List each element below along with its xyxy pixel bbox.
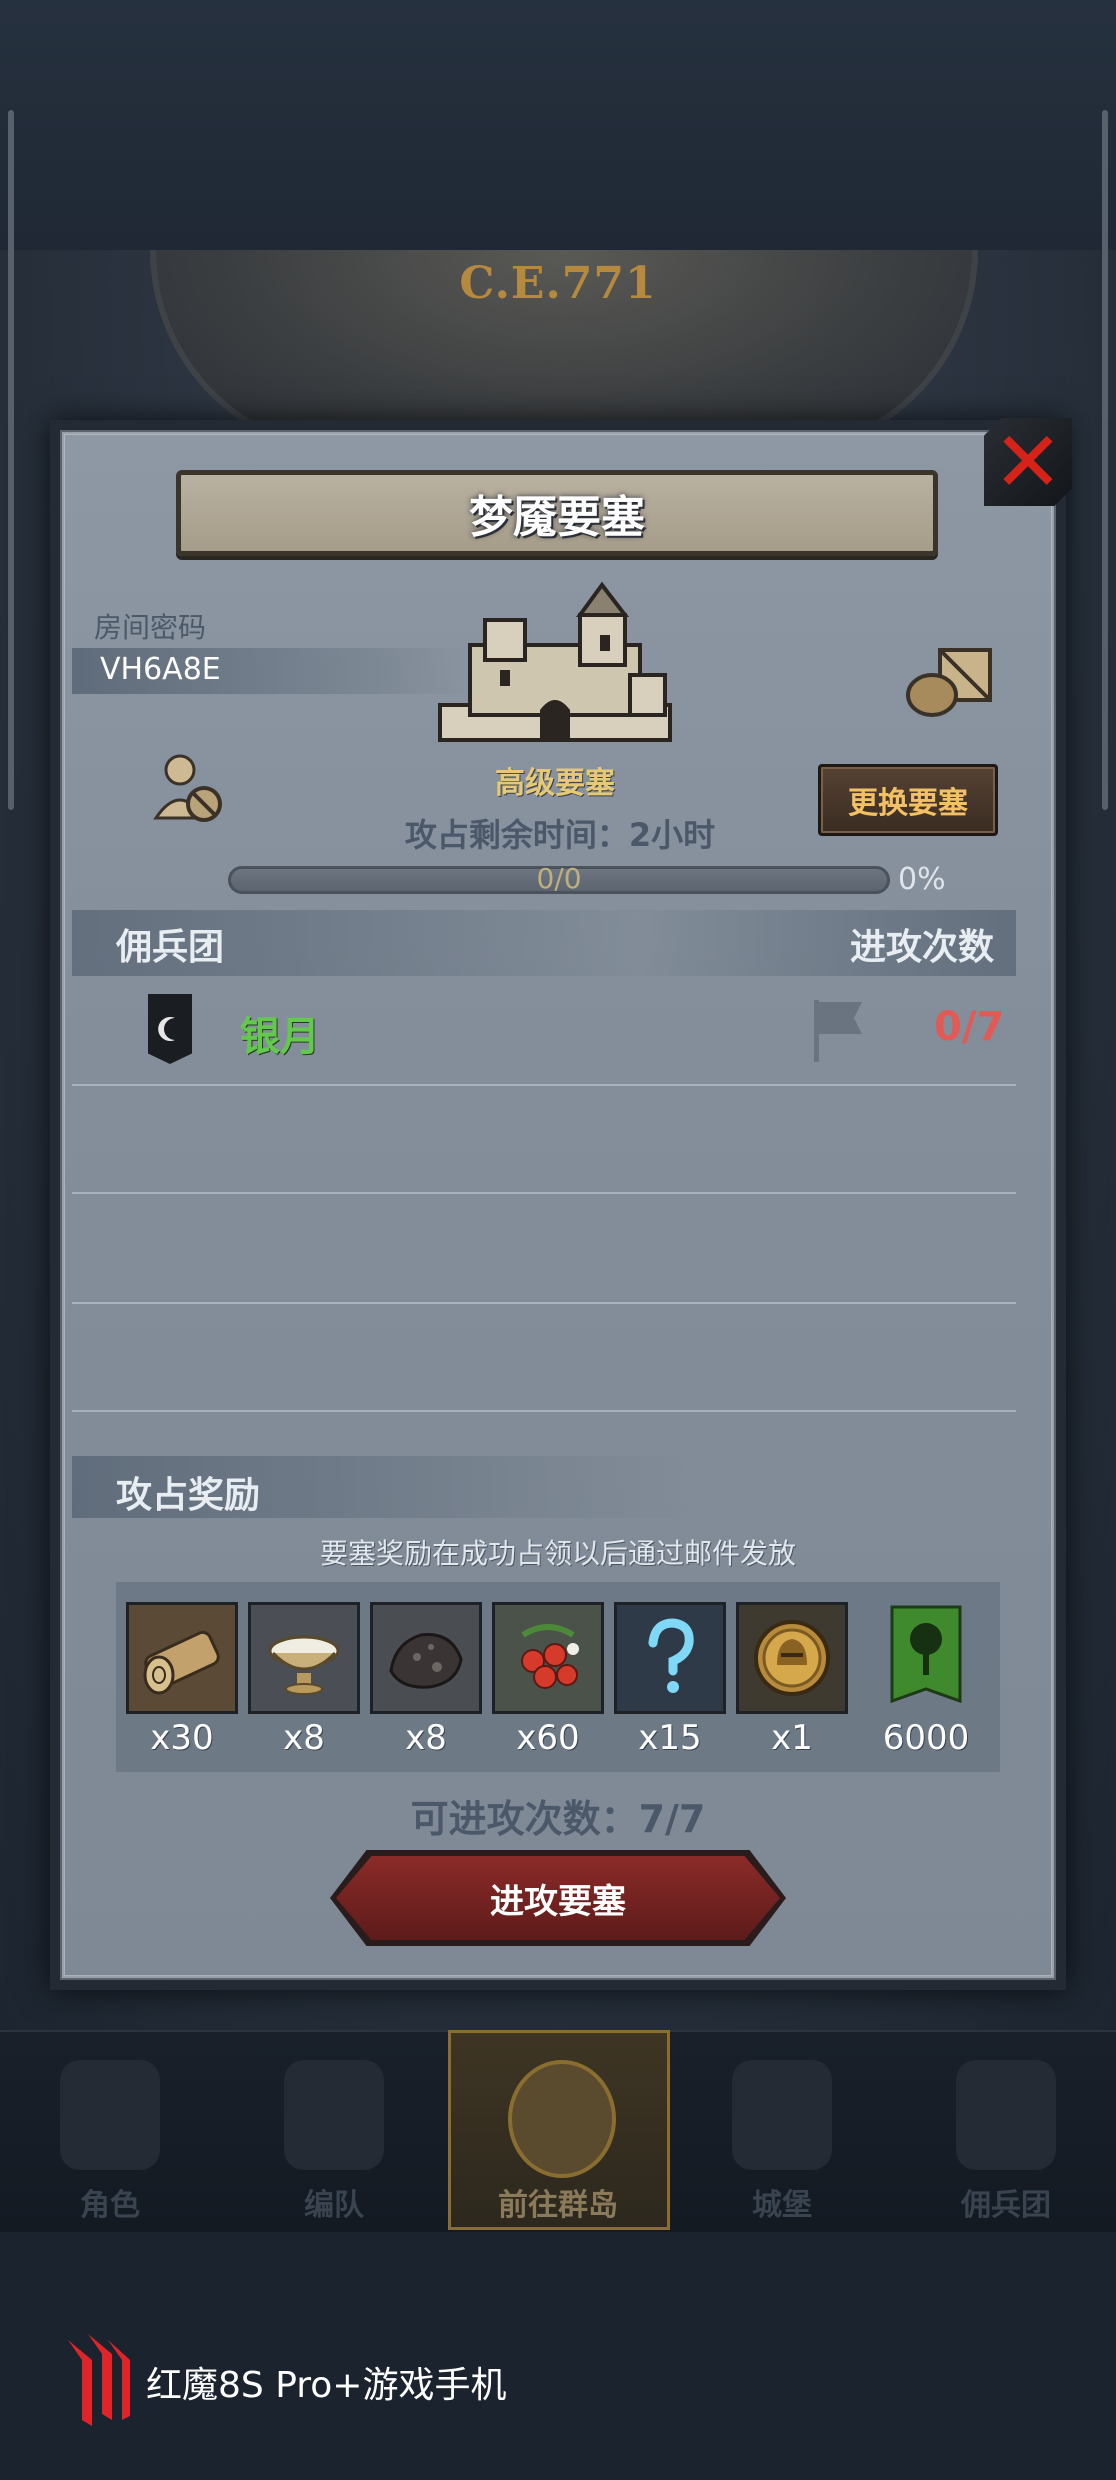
nav-item-character[interactable]: 角色	[0, 2040, 220, 2230]
reward-header: 攻占奖励	[116, 1475, 261, 1516]
attack-fortress-button[interactable]: 进攻要塞	[336, 1856, 780, 1940]
knight-icon	[60, 2060, 160, 2170]
mercenary-nav-icon	[956, 2060, 1056, 2170]
nav-item-castle[interactable]: 城堡	[672, 2040, 892, 2230]
nav-item-formation[interactable]: 编队	[224, 2040, 444, 2230]
mystery-icon	[648, 1618, 694, 1693]
close-button[interactable]: ✕	[984, 418, 1072, 506]
left-edge-indicator	[8, 110, 14, 810]
reward-item[interactable]: 6000	[870, 1602, 982, 1758]
reward-quantity: x60	[516, 1718, 580, 1758]
reward-item[interactable]: x1	[736, 1602, 848, 1758]
attack-fortress-label: 进攻要塞	[490, 1881, 626, 1922]
nav-label: 佣兵团	[961, 2188, 1051, 2223]
reward-quantity: x8	[283, 1718, 325, 1758]
row-divider	[72, 1192, 1016, 1194]
reward-item[interactable]: x8	[370, 1602, 482, 1758]
berries-icon	[521, 1624, 579, 1689]
capture-progress-percent: 0%	[898, 862, 946, 897]
room-code-label: 房间密码	[94, 611, 207, 644]
helmet-coin-icon	[754, 1620, 830, 1696]
castle-icon	[438, 581, 672, 742]
nav-label: 角色	[80, 2188, 140, 2223]
reward-quantity: x8	[405, 1718, 447, 1758]
reward-item[interactable]: x15	[614, 1602, 726, 1758]
mercenary-name[interactable]: 银月	[240, 1004, 320, 1062]
reward-quantity: x15	[638, 1718, 702, 1758]
capture-progress-text: 0/0	[536, 862, 582, 895]
nav-item-mercenary[interactable]: 佣兵团	[896, 2040, 1116, 2230]
device-watermark: 红魔8S Pro+游戏手机	[146, 2365, 507, 2406]
change-fortress-label: 更换要塞	[848, 786, 968, 821]
castle-nav-icon	[732, 2060, 832, 2170]
right-edge-indicator	[1102, 110, 1108, 810]
globe-icon	[508, 2060, 616, 2178]
reward-quantity: x1	[771, 1718, 813, 1758]
row-divider	[72, 1410, 1016, 1412]
room-code[interactable]: VH6A8E	[100, 652, 221, 687]
reward-quantity: x30	[150, 1718, 214, 1758]
ore-icon	[389, 1633, 463, 1689]
flag-icon	[814, 1000, 862, 1062]
nav-label: 编队	[304, 2188, 364, 2223]
nav-label: 前往群岛	[498, 2188, 618, 2223]
attack-count-header: 进攻次数	[850, 927, 995, 968]
row-divider	[72, 1084, 1016, 1086]
remaining-time: 攻占剩余时间：2小时	[404, 816, 716, 854]
mercenary-header: 佣兵团	[116, 927, 225, 968]
mercenary-attack-count: 0/7	[934, 1004, 1005, 1050]
reward-item[interactable]: x8	[248, 1602, 360, 1758]
row-divider	[72, 1302, 1016, 1304]
log-icon	[143, 1630, 220, 1695]
reward-note: 要塞奖励在成功占领以后通过邮件发放	[319, 1537, 796, 1570]
crescent-moon-icon	[158, 1017, 175, 1041]
era-label: C.E.771	[459, 258, 657, 309]
dialog-title: 梦魇要塞	[469, 492, 645, 543]
close-icon: ✕	[992, 413, 1064, 511]
no-user-icon	[153, 754, 222, 822]
reward-item[interactable]: x60	[492, 1602, 604, 1758]
goods-crate-icon[interactable]	[900, 640, 1000, 720]
reward-item[interactable]: x30	[126, 1602, 238, 1758]
reward-quantity: 6000	[882, 1718, 970, 1758]
guild-emblem-icon	[148, 994, 192, 1064]
attack-attempts: 可进攻次数：7/7	[410, 1797, 706, 1841]
bowl-icon	[268, 1635, 340, 1695]
title-banner: 梦魇要塞	[176, 470, 938, 556]
top-background	[0, 0, 1116, 250]
tree-banner-icon	[890, 1605, 962, 1704]
change-fortress-button[interactable]: 更换要塞	[818, 764, 998, 836]
nav-item-islands[interactable]: 前往群岛	[448, 2040, 668, 2230]
fortress-grade: 高级要塞	[495, 766, 615, 801]
redmagic-logo-icon	[68, 2334, 130, 2426]
nav-label: 城堡	[752, 2188, 812, 2223]
formation-icon	[284, 2060, 384, 2170]
